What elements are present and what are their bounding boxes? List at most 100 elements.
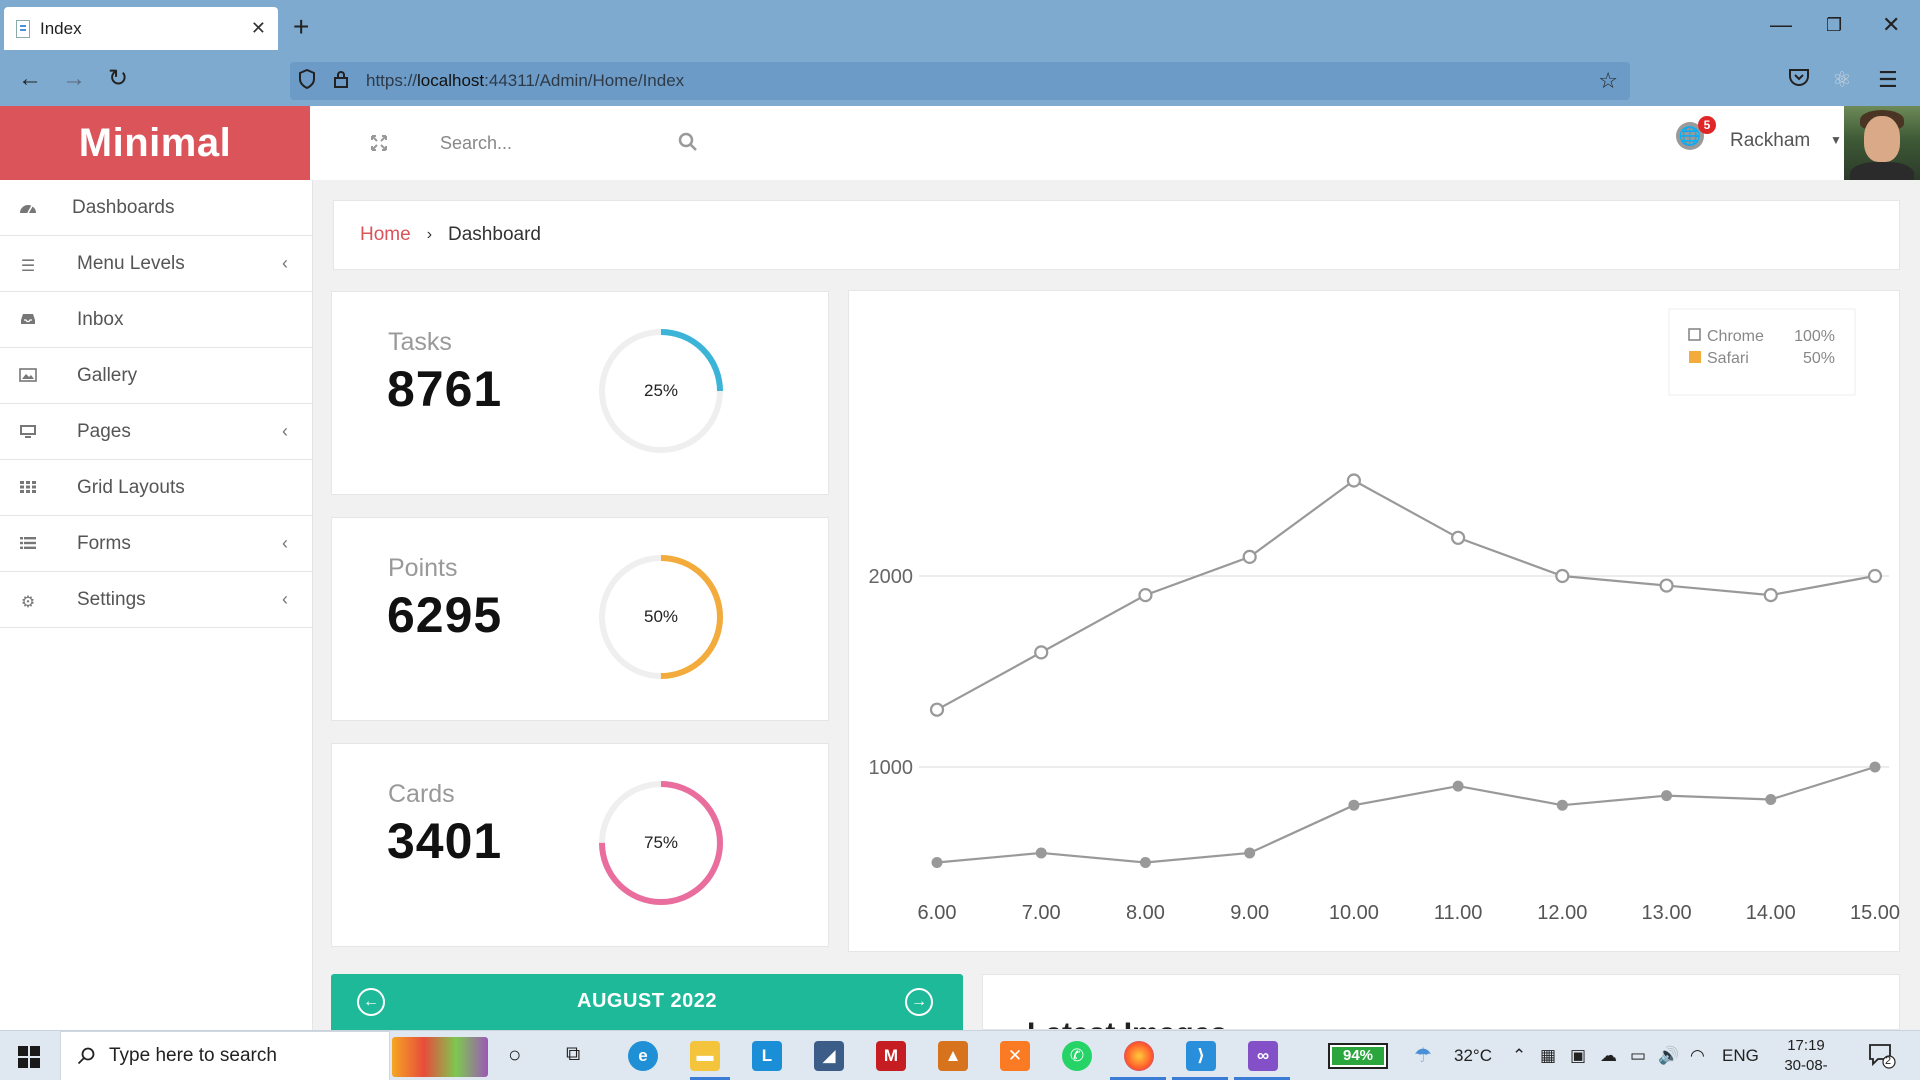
fullscreen-icon[interactable] (370, 134, 388, 157)
windows-start-icon[interactable] (18, 1046, 40, 1068)
x-tick-label: 14.00 (1746, 902, 1796, 924)
menu-levels-icon: ☰ (20, 257, 36, 275)
address-bar[interactable]: https://localhost:44311/Admin/Home/Index… (290, 62, 1630, 100)
task-view-icon[interactable]: ⧉ (566, 1043, 580, 1066)
data-point (1555, 568, 1570, 584)
data-point (1661, 790, 1673, 802)
legend-label: Safari (1707, 350, 1749, 367)
line-chart-panel: 1000 2000 6.00 7.00 8.00 9.00 10.00 11.00 12.00 1… (848, 290, 1900, 952)
search-icon (77, 1047, 95, 1065)
lock-icon[interactable] (324, 69, 358, 94)
sidebar-item-dashboards[interactable]: Dashboards (0, 180, 312, 236)
menu-hamburger-icon[interactable]: ☰ (1878, 67, 1898, 93)
stat-value: 8761 (387, 361, 503, 417)
y-tick-label: 2000 (869, 566, 914, 588)
volume-icon[interactable]: 🔊 (1658, 1046, 1679, 1066)
breadcrumb-home-link[interactable]: Home (360, 224, 411, 246)
vscode-icon[interactable]: ⟩ (1186, 1041, 1216, 1071)
brand-logo[interactable]: Minimal (0, 106, 310, 180)
tray-app-icon[interactable]: ▦ (1540, 1046, 1556, 1066)
xampp-icon[interactable]: ✕ (1000, 1041, 1030, 1071)
sidebar-item-grid-layouts[interactable]: Grid Layouts (0, 460, 312, 516)
stat-label: Points (388, 554, 458, 582)
stat-percent: 75% (643, 833, 679, 852)
app-orange-icon[interactable]: ▲ (938, 1041, 968, 1071)
page-favicon-icon (16, 19, 30, 38)
data-point (1346, 473, 1361, 488)
forward-arrow-icon[interactable]: → (62, 66, 86, 92)
action-center-icon[interactable]: 2 (1868, 1043, 1896, 1069)
back-arrow-icon[interactable]: ← (18, 66, 42, 92)
caret-down-icon[interactable]: ▼ (1830, 133, 1842, 147)
battery-icon[interactable]: ▭ (1630, 1046, 1646, 1066)
gallery-icon (18, 367, 38, 384)
chevron-left-icon: ‹ (282, 421, 288, 441)
search-icon[interactable] (678, 132, 698, 152)
language-indicator[interactable]: ENG (1722, 1046, 1759, 1066)
wifi-icon[interactable]: ◠ (1690, 1046, 1705, 1066)
calendar-title: AUGUST 2022 (577, 990, 717, 1012)
chevron-left-icon: ‹ (282, 533, 288, 553)
x-tick-label: 9.00 (1230, 902, 1269, 924)
battery-app-icon[interactable]: 94% (1328, 1043, 1388, 1069)
sidebar-item-gallery[interactable]: Gallery (0, 348, 312, 404)
minimize-button[interactable]: — (1770, 12, 1792, 38)
breadcrumb-separator-icon: › (426, 226, 433, 243)
news-widget-icon[interactable] (392, 1037, 488, 1077)
sidebar-item-forms[interactable]: Forms ‹ (0, 516, 312, 572)
sql-server-icon[interactable]: ◢ (814, 1041, 844, 1071)
data-point (1765, 793, 1777, 805)
series-line-safari (936, 765, 1876, 864)
sidebar-item-pages[interactable]: Pages ‹ (0, 404, 312, 460)
firefox-icon[interactable] (1124, 1041, 1154, 1071)
cortana-icon[interactable]: ○ (508, 1042, 521, 1068)
battery-app-value: 94% (1332, 1047, 1384, 1065)
browser-tab[interactable]: Index ✕ (4, 7, 278, 50)
latest-images-panel: Latest Images (982, 974, 1900, 1030)
tab-title: Index (40, 18, 82, 38)
restore-button[interactable]: ❐ (1826, 15, 1842, 36)
data-point (1035, 847, 1047, 859)
chevron-left-icon: ‹ (282, 589, 288, 609)
meet-icon[interactable]: ▣ (1570, 1046, 1586, 1066)
search-input[interactable] (440, 126, 680, 160)
x-tick-label: 8.00 (1126, 902, 1165, 924)
sidebar-item-inbox[interactable]: Inbox (0, 292, 312, 348)
legend-label: Chrome (1707, 328, 1764, 345)
l-app-icon[interactable]: L (752, 1041, 782, 1071)
weather-icon[interactable]: ☂ (1414, 1043, 1432, 1068)
inbox-icon (18, 312, 38, 328)
data-point (1556, 799, 1568, 811)
url-text[interactable]: https://localhost:44311/Admin/Home/Index (366, 71, 684, 91)
taskbar-search-box[interactable]: Type here to search (60, 1031, 390, 1080)
latest-images-title: Latest Images (1027, 1017, 1227, 1029)
user-name[interactable]: Rackham (1730, 130, 1810, 152)
extension-icon[interactable]: ⚛ (1832, 67, 1852, 93)
system-clock[interactable]: 17:19 30-08-2022 (1774, 1036, 1838, 1080)
shield-icon[interactable] (290, 68, 324, 94)
chevron-up-icon[interactable]: ⌃ (1512, 1046, 1526, 1066)
close-window-button[interactable]: ✕ (1882, 12, 1900, 38)
pocket-icon[interactable] (1788, 67, 1810, 93)
avatar[interactable] (1844, 106, 1920, 180)
whatsapp-icon[interactable]: ✆ (1062, 1041, 1092, 1071)
bookmark-star-icon[interactable]: ☆ (1598, 68, 1618, 94)
sidebar-item-menu-levels[interactable]: ☰ Menu Levels ‹ (0, 236, 312, 292)
sidebar-item-settings[interactable]: ⚙ Settings ‹ (0, 572, 312, 628)
sidebar-item-label: Inbox (77, 308, 124, 330)
edge-browser-icon[interactable]: e (628, 1041, 658, 1071)
calendar-header: ← AUGUST 2022 → (331, 974, 963, 1030)
temperature[interactable]: 32°C (1454, 1046, 1492, 1066)
sidebar-item-label: Grid Layouts (77, 476, 185, 498)
visual-studio-icon[interactable]: ∞ (1248, 1041, 1278, 1071)
data-point (929, 702, 945, 717)
reload-icon[interactable]: ↻ (108, 66, 128, 92)
tab-close-icon[interactable]: ✕ (251, 18, 266, 39)
file-explorer-icon[interactable]: ▬ (690, 1041, 720, 1071)
mcafee-icon[interactable]: M (876, 1041, 906, 1071)
data-point (1034, 645, 1049, 660)
dashboard-icon (18, 200, 38, 216)
new-tab-button[interactable]: + (293, 12, 309, 42)
calendar-next-button[interactable]: → (905, 988, 933, 1016)
onedrive-icon[interactable]: ☁ (1600, 1046, 1617, 1066)
